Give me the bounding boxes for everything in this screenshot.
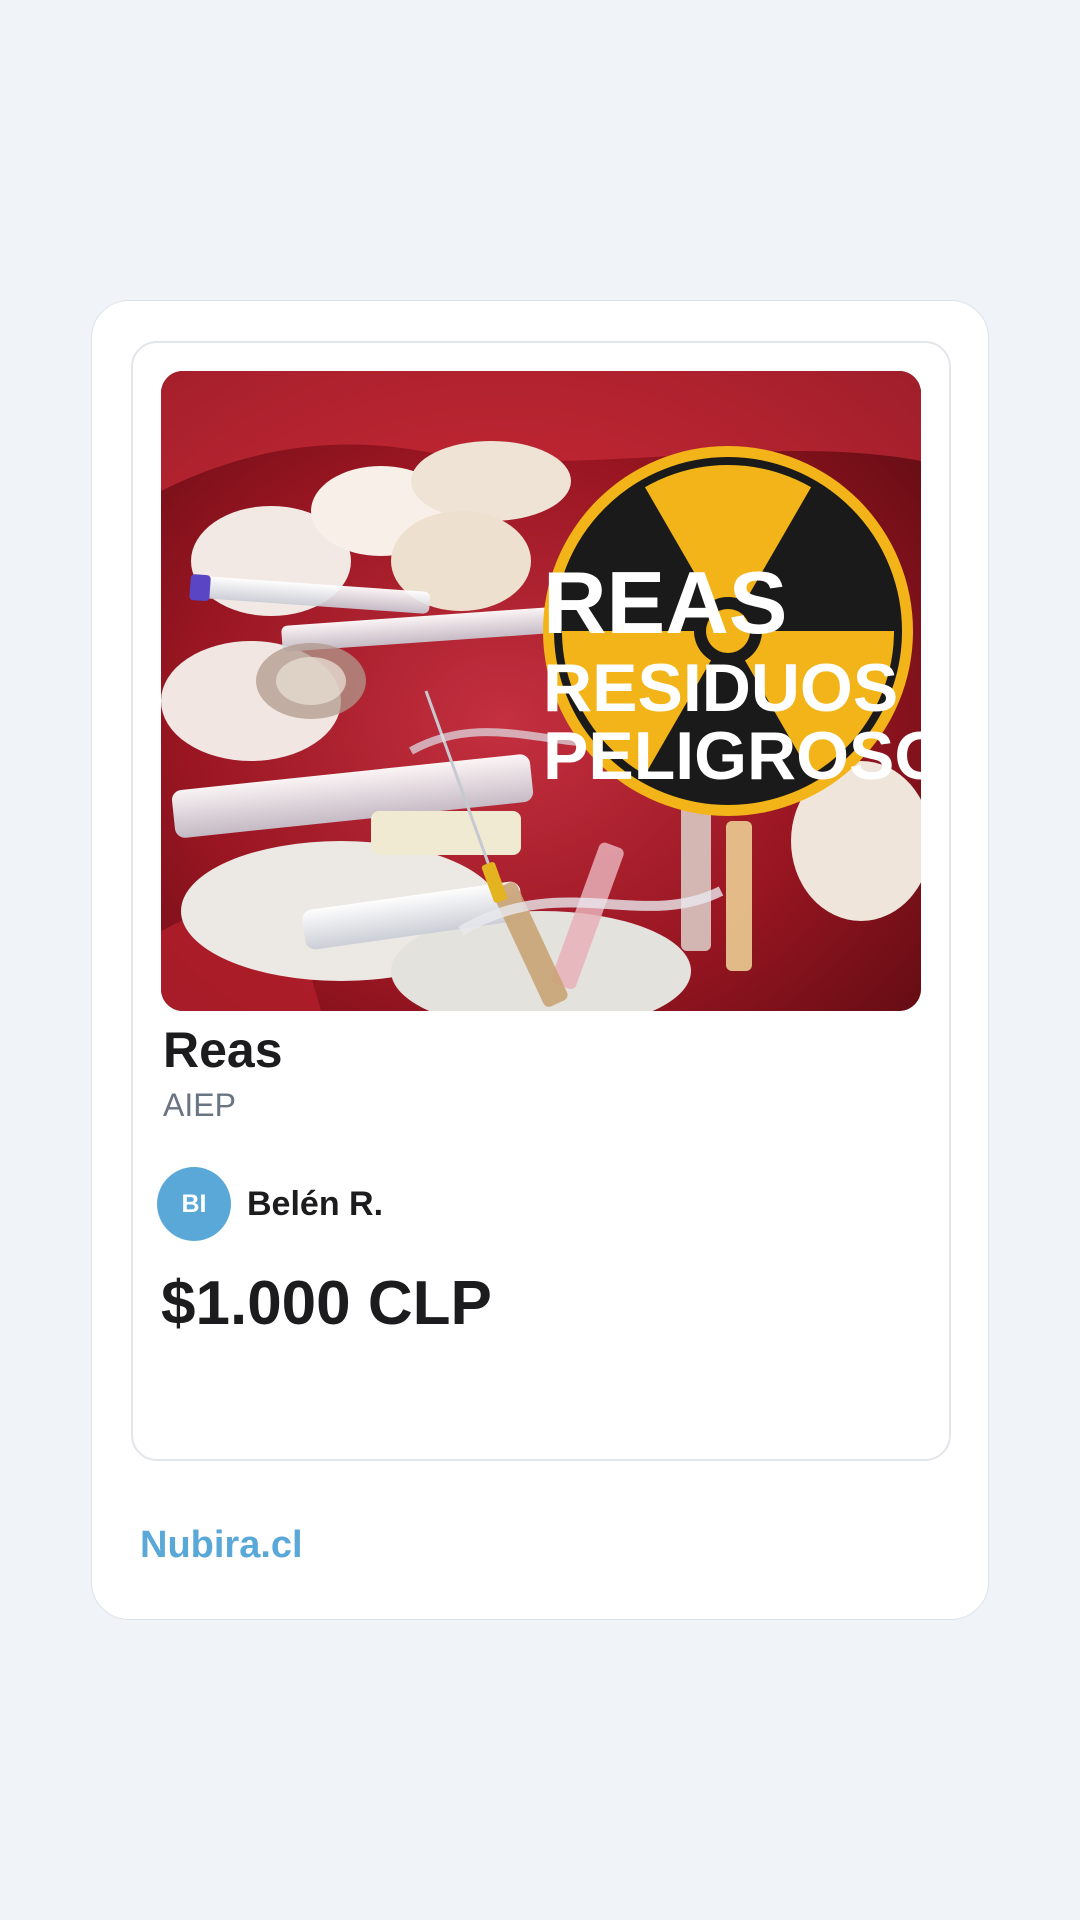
product-institution: AIEP: [163, 1087, 236, 1123]
product-title: Reas: [163, 1022, 283, 1078]
seller-info[interactable]: BI Belén R.: [157, 1167, 383, 1241]
avatar: BI: [157, 1167, 231, 1241]
product-photo: REAS RESIDUOS PELIGROSOS: [161, 371, 921, 1011]
brand-link[interactable]: Nubira.cl: [140, 1523, 303, 1569]
product-share-card: REAS RESIDUOS PELIGROSOS Reas AIEP BI Be…: [91, 300, 989, 1620]
product-card[interactable]: REAS RESIDUOS PELIGROSOS Reas AIEP BI Be…: [131, 341, 951, 1461]
image-text-line1: REAS: [543, 553, 788, 652]
image-text-line2: RESIDUOS: [543, 650, 898, 726]
image-text-line3: PELIGROSOS: [543, 718, 921, 794]
product-price: $1.000 CLP: [161, 1269, 492, 1338]
product-image[interactable]: REAS RESIDUOS PELIGROSOS: [161, 371, 921, 1011]
seller-name: Belén R.: [247, 1184, 384, 1223]
